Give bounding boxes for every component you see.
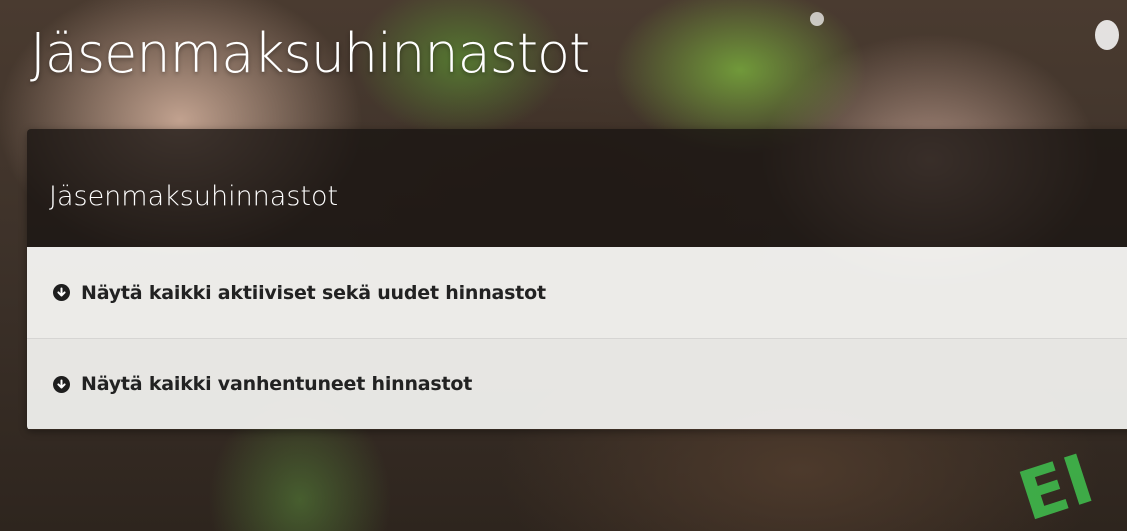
list-item-label: Näytä kaikki vanhentuneet hinnastot <box>81 373 473 395</box>
page-title: Jäsenmaksuhinnastot <box>30 22 590 85</box>
circle-arrow-down-icon <box>53 375 70 393</box>
panel-title: Jäsenmaksuhinnastot <box>49 181 339 212</box>
circle-arrow-down-icon <box>53 284 70 301</box>
show-active-price-lists-toggle[interactable]: Näytä kaikki aktiiviset sekä uudet hinna… <box>27 247 1127 338</box>
soil-speck <box>810 12 824 26</box>
soil-speck <box>1095 20 1119 50</box>
list-item-label: Näytä kaikki aktiiviset sekä uudet hinna… <box>81 281 546 304</box>
panel-header: Jäsenmaksuhinnastot <box>27 129 1127 247</box>
price-list-panel: Jäsenmaksuhinnastot Näytä kaikki aktiivi… <box>27 129 1127 430</box>
show-expired-price-lists-toggle[interactable]: Näytä kaikki vanhentuneet hinnastot <box>27 338 1127 429</box>
page: Jäsenmaksuhinnastot Jäsenmaksuhinnastot … <box>0 0 1127 531</box>
